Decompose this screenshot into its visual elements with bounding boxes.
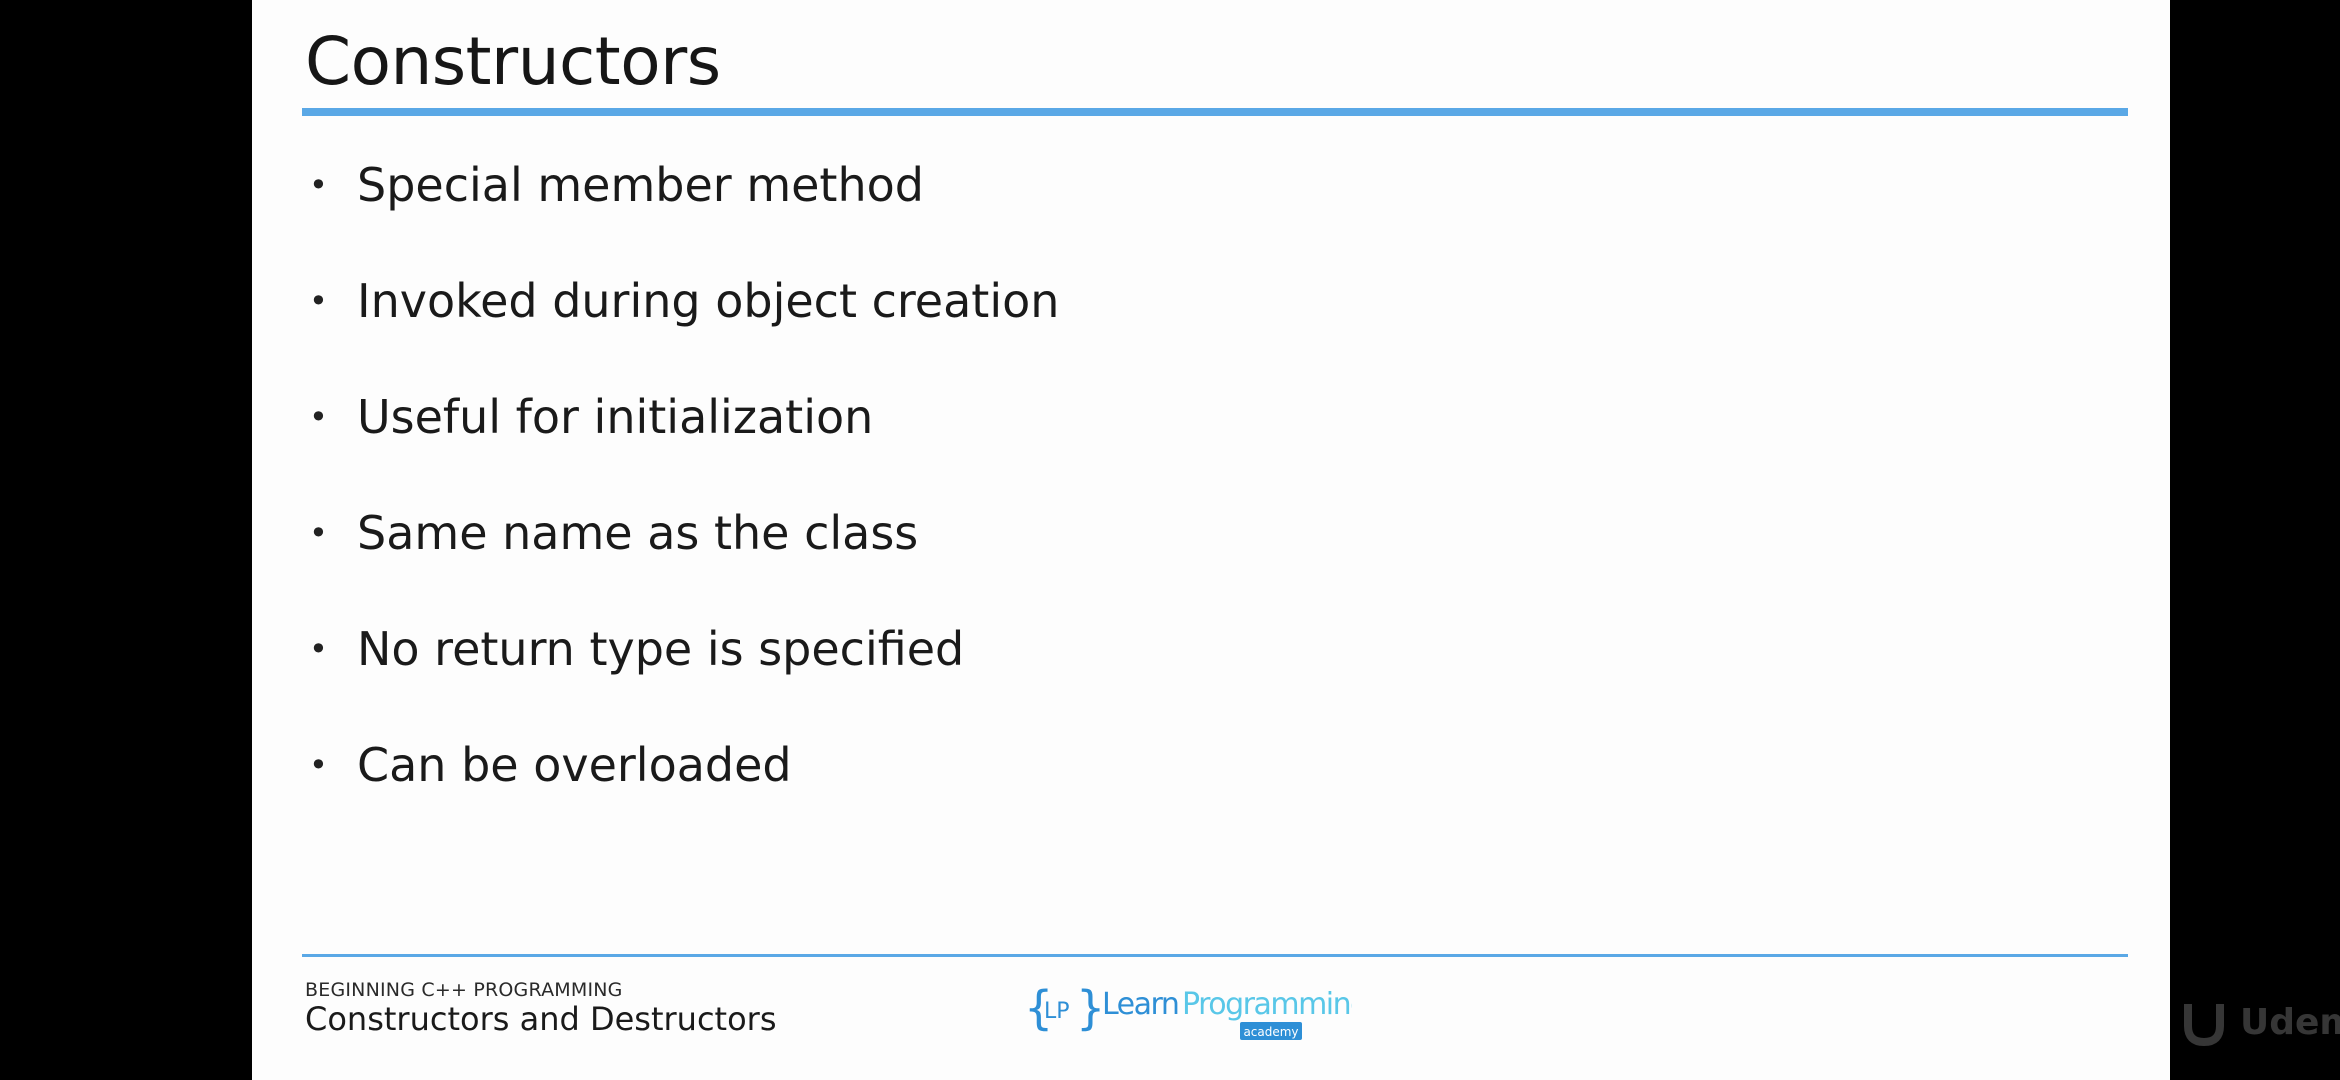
udemy-wordmark: Udemy	[2240, 1002, 2340, 1043]
slide: Constructors • Special member method • I…	[252, 0, 2340, 1080]
bullet-icon: •	[309, 746, 328, 784]
logo-right-brace: }	[1076, 981, 1105, 1035]
bullet-text: Same name as the class	[357, 506, 919, 560]
bullet-icon: •	[309, 630, 328, 668]
bullet-item: • Special member method	[305, 150, 1059, 266]
bullet-icon: •	[309, 282, 328, 320]
slide-title: Constructors	[305, 23, 721, 100]
video-frame: Constructors • Special member method • I…	[0, 0, 2340, 1080]
logo-word-learn: Learn	[1102, 987, 1178, 1022]
bullet-item: • Same name as the class	[305, 498, 1059, 614]
bullet-item: • No return type is specified	[305, 614, 1059, 730]
bullet-text: Special member method	[357, 158, 924, 212]
learn-programming-academy-logo: { LP } Learn Programming academy	[1024, 981, 1352, 1040]
bullet-list: • Special member method • Invoked during…	[305, 150, 1059, 846]
lecture-name: Constructors and Destructors	[305, 1000, 777, 1038]
bullet-icon: •	[309, 514, 328, 552]
bullet-icon: •	[309, 398, 328, 436]
bullet-text: Can be overloaded	[357, 738, 792, 792]
udemy-logo-icon	[2184, 1004, 2224, 1047]
bullet-item: • Useful for initialization	[305, 382, 1059, 498]
logo-academy-text: academy	[1243, 1025, 1298, 1039]
bullet-icon: •	[309, 166, 328, 204]
course-name: BEGINNING C++ PROGRAMMING	[305, 979, 623, 1001]
title-underline	[302, 108, 2128, 116]
bullet-text: Invoked during object creation	[357, 274, 1060, 328]
bullet-text: Useful for initialization	[357, 390, 874, 444]
logo-word-programming: Programming	[1182, 987, 1352, 1022]
bullet-text: No return type is specified	[357, 622, 965, 676]
logo-initials: LP	[1044, 999, 1070, 1024]
bullet-item: • Invoked during object creation	[305, 266, 1059, 382]
bullet-item: • Can be overloaded	[305, 730, 1059, 846]
udemy-watermark: Udemy	[2184, 1002, 2340, 1047]
footer-divider	[302, 954, 2128, 957]
